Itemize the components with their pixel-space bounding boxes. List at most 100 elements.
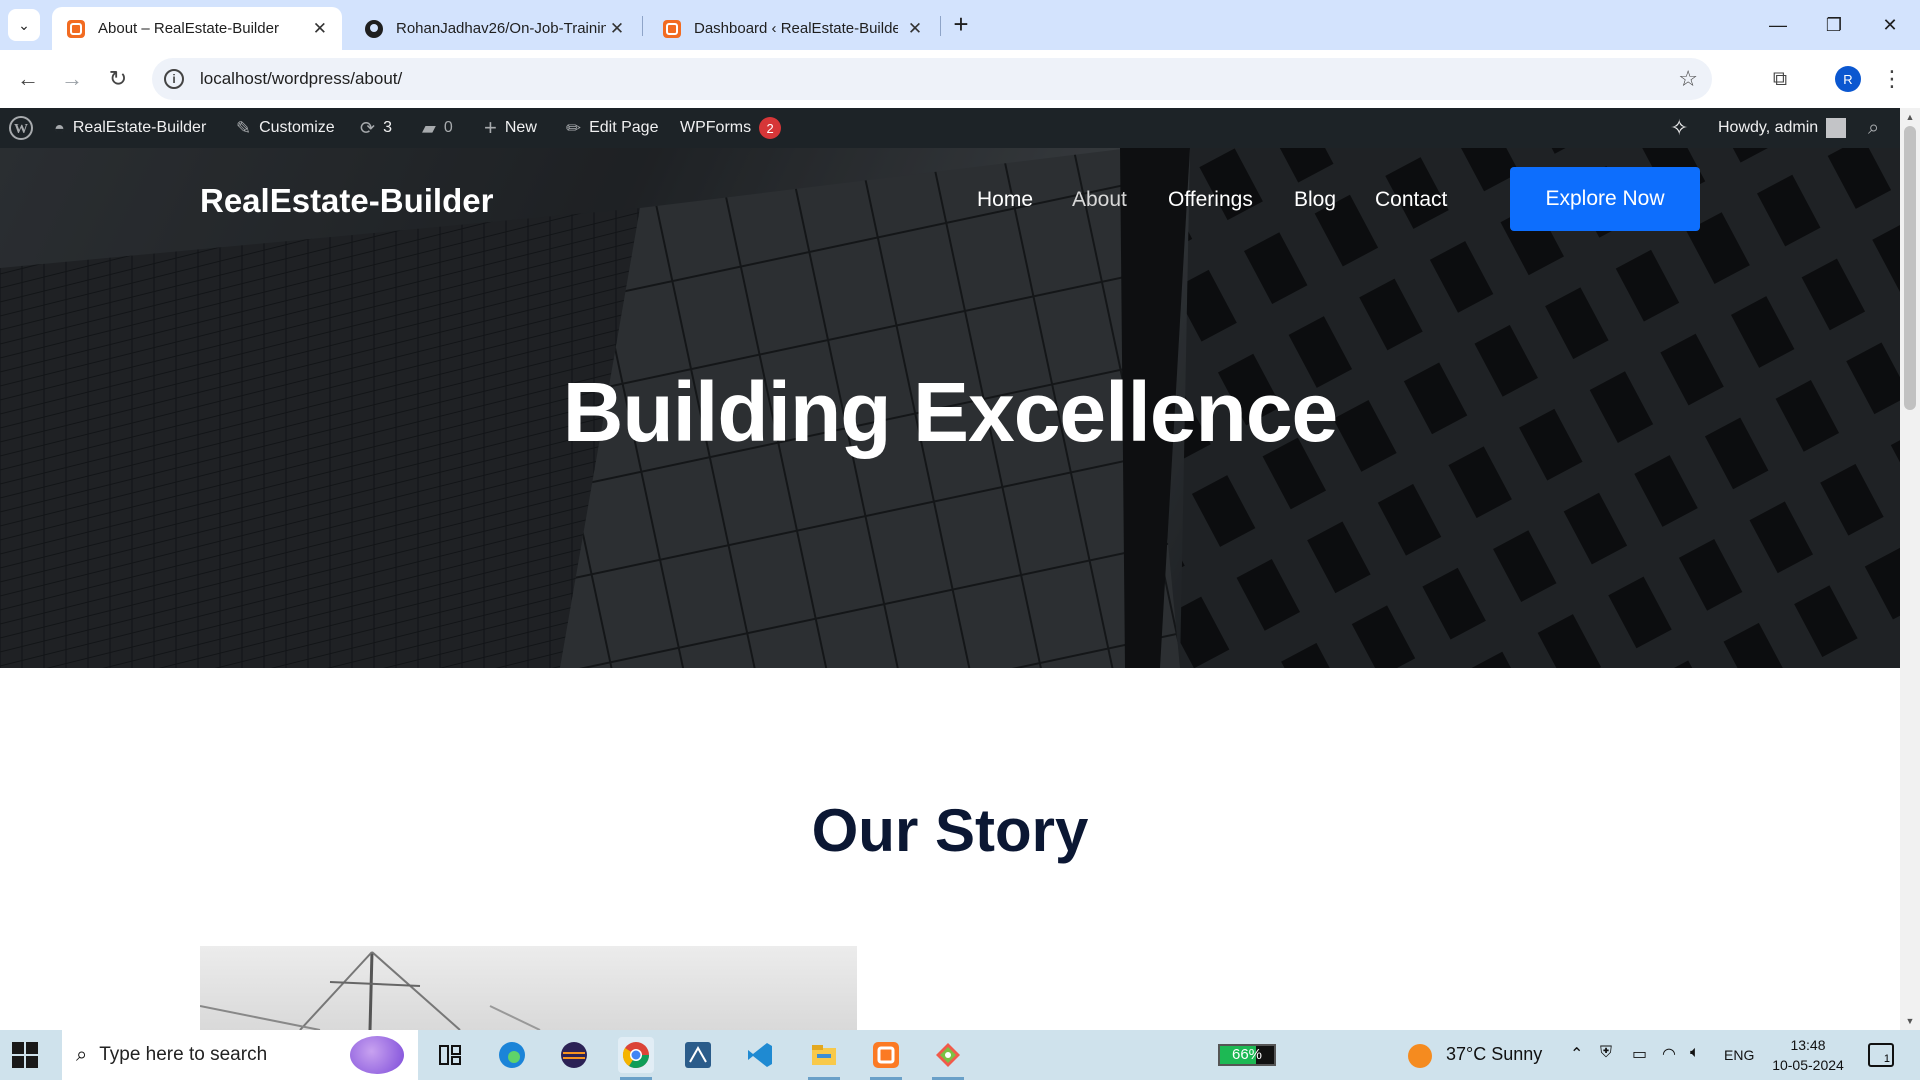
reload-icon[interactable]: ↻ <box>102 63 134 95</box>
hero-section: RealEstate-Builder Home About Offerings … <box>0 148 1900 668</box>
sun-icon[interactable] <box>1408 1044 1432 1068</box>
comments-link[interactable]: ▰ 0 <box>422 108 453 148</box>
close-window-button[interactable]: ✕ <box>1862 0 1918 50</box>
new-content-menu[interactable]: + New <box>484 108 537 148</box>
site-favicon-icon <box>663 19 681 38</box>
scroll-down-icon[interactable]: ▼ <box>1900 1016 1920 1026</box>
clock-time: 13:48 <box>1790 1037 1826 1053</box>
page-scrollbar[interactable]: ▲ ▼ <box>1900 108 1920 1030</box>
taskbar-search-box[interactable]: ⌕ Type here to search <box>62 1030 418 1080</box>
address-bar[interactable]: i localhost/wordpress/about/ ☆ <box>152 58 1712 100</box>
site-favicon-icon <box>67 19 85 38</box>
nav-about[interactable]: About <box>1072 188 1127 212</box>
vscode-icon[interactable] <box>742 1037 778 1073</box>
wp-logo-menu[interactable]: W <box>8 108 34 148</box>
howdy-label: Howdy, admin <box>1718 119 1819 136</box>
wordpress-logo-icon: W <box>9 116 33 140</box>
nav-blog[interactable]: Blog <box>1294 188 1336 212</box>
comments-count: 0 <box>443 119 453 136</box>
site-name-menu[interactable]: ◓ RealEstate-Builder <box>54 108 206 148</box>
restore-button[interactable]: ❐ <box>1806 0 1862 50</box>
svg-text:W: W <box>14 122 28 137</box>
chrome-icon[interactable] <box>618 1037 654 1080</box>
pencil-icon: ✏ <box>566 117 582 138</box>
tab-search-button[interactable]: ⌄ <box>8 9 40 41</box>
windows-taskbar: ⌕ Type here to search 66% 37°C Sunny ⌃ ⛨ <box>0 1030 1920 1080</box>
my-account-menu[interactable]: Howdy, admin <box>1718 108 1847 148</box>
clock[interactable]: 13:48 10-05-2024 <box>1770 1035 1846 1075</box>
tab-title: About – RealEstate-Builder <box>98 20 279 37</box>
customize-label: Customize <box>259 119 335 136</box>
plus-icon: + <box>484 115 497 140</box>
our-story-heading: Our Story <box>811 797 1089 864</box>
nav-offerings[interactable]: Offerings <box>1168 188 1253 212</box>
xampp-icon[interactable] <box>868 1037 904 1080</box>
mysql-workbench-icon[interactable] <box>680 1037 716 1073</box>
search-placeholder: Type here to search <box>99 1044 268 1065</box>
nav-contact[interactable]: Contact <box>1375 188 1447 212</box>
updates-link[interactable]: ⟳ 3 <box>360 108 392 148</box>
back-arrow-icon[interactable]: ← <box>12 63 44 95</box>
forward-arrow-icon[interactable]: → <box>56 63 88 95</box>
notification-count: 1 <box>1883 1053 1890 1065</box>
search-highlight-icon <box>350 1036 404 1074</box>
tab-title: RohanJadhav26/On-Job-Trainin <box>396 20 606 37</box>
battery-indicator[interactable]: 66% <box>1218 1044 1276 1066</box>
wpforms-label: WPForms <box>680 119 752 136</box>
admin-search-icon[interactable]: ⌕ <box>1868 108 1879 148</box>
task-view-icon[interactable] <box>432 1037 468 1073</box>
sparkle-icon: ✧ <box>1670 115 1689 140</box>
scrollbar-thumb[interactable] <box>1904 126 1916 410</box>
language-indicator[interactable]: ENG <box>1724 1047 1754 1063</box>
edit-page-label: Edit Page <box>589 119 659 136</box>
wifi-icon[interactable]: ◠ <box>1662 1044 1676 1064</box>
weather-text[interactable]: 37°C Sunny <box>1446 1044 1542 1065</box>
bookmark-star-icon[interactable]: ☆ <box>1678 66 1698 92</box>
wpforms-menu[interactable]: WPForms 2 <box>680 108 782 148</box>
site-info-icon[interactable]: i <box>164 69 184 89</box>
scroll-up-icon[interactable]: ▲ <box>1900 112 1920 122</box>
close-tab-icon[interactable]: ✕ <box>312 19 328 39</box>
user-avatar <box>1826 118 1847 138</box>
notification-center-icon[interactable]: 1 <box>1868 1043 1894 1067</box>
browser-menu-icon[interactable]: ⋮ <box>1876 63 1908 95</box>
updates-count: 3 <box>383 119 392 136</box>
close-tab-icon[interactable]: ✕ <box>608 19 626 39</box>
show-hidden-icons-chevron-icon[interactable]: ⌃ <box>1570 1044 1583 1064</box>
tab-dashboard[interactable]: Dashboard ‹ RealEstate-Builder ✕ <box>648 7 938 50</box>
nav-home[interactable]: Home <box>977 188 1033 212</box>
tab-about[interactable]: About – RealEstate-Builder ✕ <box>52 7 342 50</box>
site-name-label: RealEstate-Builder <box>72 119 207 136</box>
customize-link[interactable]: ✎ Customize <box>236 108 335 148</box>
explore-now-button[interactable]: Explore Now <box>1510 167 1700 231</box>
tab-separator <box>642 16 643 36</box>
updates-icon: ⟳ <box>360 117 376 138</box>
hero-heading: Building Excellence <box>562 365 1339 459</box>
battery-percent: 66% <box>1231 1046 1263 1063</box>
minimize-button[interactable]: — <box>1750 0 1806 50</box>
github-icon <box>365 19 383 38</box>
browser-tab-strip: ⌄ About – RealEstate-Builder ✕ RohanJadh… <box>0 0 1920 50</box>
tab-separator <box>940 16 941 36</box>
volume-icon[interactable]: 🔈︎ <box>1690 1044 1700 1062</box>
new-label: New <box>504 119 537 136</box>
eclipse-icon[interactable] <box>556 1037 592 1073</box>
edge-browser-icon[interactable] <box>494 1037 530 1073</box>
clock-date: 10-05-2024 <box>1772 1057 1844 1073</box>
ai-sparkle-button[interactable]: ✧ <box>1670 108 1688 148</box>
edit-page-link[interactable]: ✏ Edit Page <box>566 108 658 148</box>
windows-start-icon[interactable] <box>12 1042 38 1068</box>
battery-tray-icon[interactable]: ▭ <box>1632 1044 1647 1064</box>
tab-github[interactable]: RohanJadhav26/On-Job-Trainin ✕ <box>350 7 640 50</box>
security-icon[interactable]: ⛨ <box>1600 1044 1612 1062</box>
site-brand-logo[interactable]: RealEstate-Builder <box>200 182 493 220</box>
git-client-icon[interactable] <box>930 1037 966 1080</box>
profile-avatar[interactable]: R <box>1835 66 1861 92</box>
file-explorer-icon[interactable] <box>806 1037 842 1080</box>
extensions-icon[interactable]: ⧉ <box>1764 63 1796 95</box>
search-icon: ⌕ <box>76 1043 88 1066</box>
comment-bubble-icon: ▰ <box>422 117 436 138</box>
new-tab-button[interactable]: + <box>946 10 976 40</box>
url-text[interactable]: localhost/wordpress/about/ <box>200 69 402 89</box>
close-tab-icon[interactable]: ✕ <box>906 19 924 39</box>
